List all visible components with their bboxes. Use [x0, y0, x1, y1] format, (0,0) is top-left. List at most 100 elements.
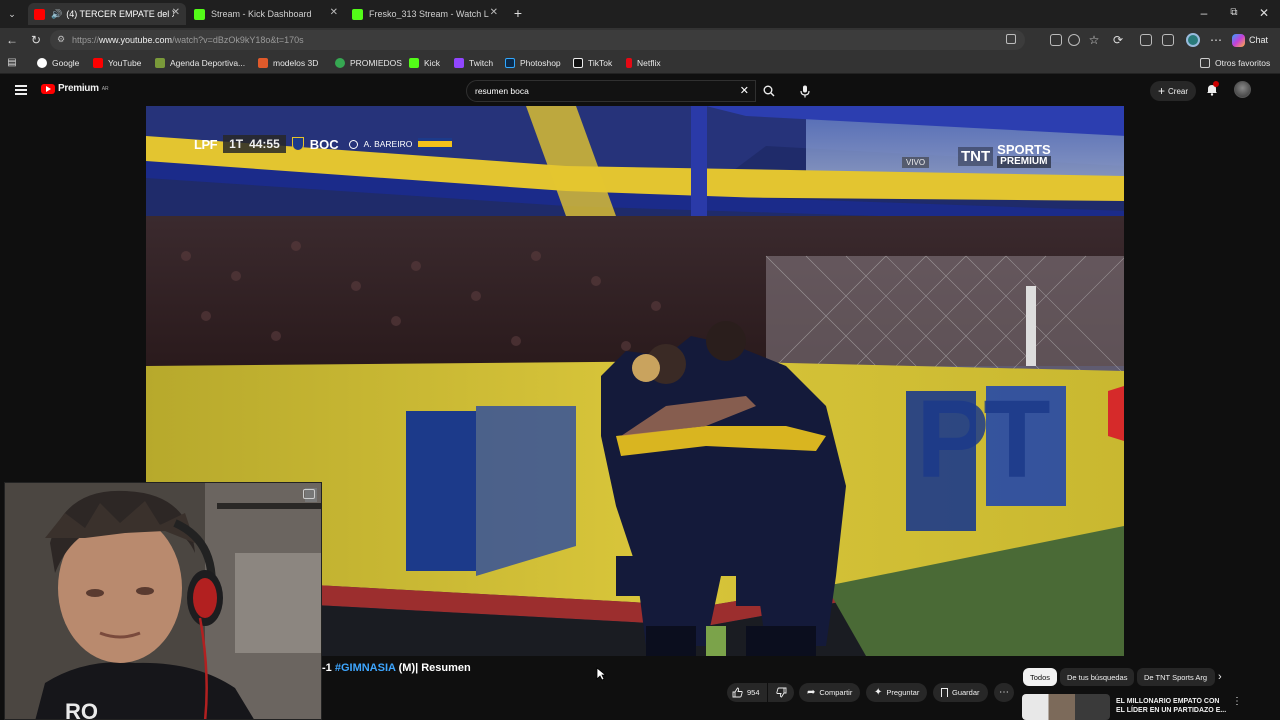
bookmark-label: YouTube	[108, 58, 142, 68]
league-label: LPF	[194, 136, 218, 152]
banner-lettering: PT	[916, 378, 1051, 501]
share-button[interactable]: ➦ Compartir	[799, 683, 861, 702]
bookmark-tiktok[interactable]: TikTok	[573, 56, 612, 70]
kick-favicon	[194, 8, 205, 20]
bookmarks-bar: ▤ Google YouTube Agenda Deportiva... mod…	[0, 52, 1280, 74]
sparkle-icon: ✦	[874, 687, 883, 698]
chips-next-chevron-icon[interactable]: ›	[1218, 671, 1222, 683]
back-arrow-icon[interactable]: ←	[4, 32, 20, 48]
apps-icon[interactable]: ▤	[4, 55, 20, 71]
notification-badge	[1213, 81, 1219, 87]
extension-icon[interactable]	[1050, 34, 1062, 46]
more-horizontal-icon: ⋯	[999, 687, 1009, 698]
bookmark-netflix[interactable]: Netflix	[626, 56, 661, 70]
notifications-bell-icon[interactable]	[1206, 81, 1219, 96]
mouse-cursor-icon	[596, 667, 607, 686]
hamburger-menu-icon[interactable]	[15, 85, 27, 95]
logo-text: Premium	[58, 83, 99, 94]
share-label: Compartir	[819, 688, 853, 697]
bookmark-label: Kick	[424, 58, 441, 68]
cast-icon[interactable]	[1162, 34, 1174, 46]
profile-avatar-icon[interactable]	[1186, 33, 1200, 47]
network-sub: SPORTS	[997, 142, 1051, 157]
more-menu-icon[interactable]: ⋯	[1208, 32, 1224, 48]
bookmark-photoshop[interactable]: Photoshop	[505, 56, 561, 70]
address-bar[interactable]: ⚙ https://www.youtube.com/watch?v=dBzOk9…	[50, 30, 1025, 50]
tab-list-chevron-icon[interactable]: ⌄	[4, 6, 20, 22]
recommended-menu-icon[interactable]: ⋮	[1232, 696, 1242, 707]
youtube-header: Premium AR resumen boca ✕ + Crear	[0, 74, 1280, 106]
twitch-icon	[454, 58, 464, 68]
bookmark-google[interactable]: Google	[37, 56, 79, 70]
close-tab-icon[interactable]: ✕	[330, 7, 338, 18]
youtube-premium-logo[interactable]: Premium AR	[41, 83, 109, 94]
youtube-favicon	[34, 8, 45, 20]
recommended-video-item[interactable]: EL MILLONARIO EMPATÓ CON EL LÍDER EN UN …	[1022, 694, 1244, 720]
clear-search-icon[interactable]: ✕	[740, 84, 749, 97]
url-prefix: https://	[72, 35, 100, 45]
logo-region: AR	[101, 85, 109, 92]
save-button[interactable]: Guardar	[933, 683, 988, 702]
bookmark-agenda[interactable]: Agenda Deportiva...	[155, 56, 245, 70]
share-arrow-icon: ➦	[807, 687, 816, 698]
ask-button[interactable]: ✦ Preguntar	[866, 683, 928, 702]
bookmark-twitch[interactable]: Twitch	[454, 56, 493, 70]
network-name: TNT	[958, 146, 994, 166]
live-label: VIVO	[902, 157, 930, 168]
extensions-puzzle-icon[interactable]	[1140, 34, 1152, 46]
bookmark-label: Netflix	[637, 58, 661, 68]
search-input[interactable]: resumen boca ✕	[466, 80, 756, 102]
restore-window-icon[interactable]: ⧉	[1226, 5, 1242, 21]
close-tab-icon[interactable]: ✕	[172, 7, 180, 18]
account-avatar[interactable]	[1234, 81, 1251, 98]
bookmark-label: modelos 3D	[273, 58, 319, 68]
recommended-thumbnail[interactable]	[1022, 694, 1110, 720]
site-info-icon[interactable]: ⚙	[57, 34, 65, 45]
chip-all[interactable]: Todos	[1023, 668, 1058, 686]
chip-from-channel[interactable]: De TNT Sports Arg	[1137, 668, 1215, 686]
close-tab-icon[interactable]: ✕	[490, 7, 498, 18]
bookmark-star-icon[interactable]: ☆	[1086, 32, 1102, 48]
modelos-icon	[258, 58, 268, 68]
voice-search-button[interactable]	[794, 80, 816, 102]
bookmark-label: PROMIEDOS	[350, 58, 402, 68]
netflix-icon	[626, 58, 632, 68]
bookmark-label: Otros favoritos	[1215, 58, 1271, 68]
translate-icon[interactable]	[1006, 34, 1016, 44]
chip-from-searches[interactable]: De tus búsquedas	[1060, 668, 1135, 686]
tab-kick-dashboard[interactable]: Stream - Kick Dashboard ✕	[188, 3, 344, 25]
reload-icon[interactable]: ↻	[28, 32, 44, 48]
recommended-title-line1: EL MILLONARIO EMPATÓ CON	[1116, 698, 1220, 705]
zoom-icon[interactable]	[1068, 34, 1080, 46]
bookmark-modelos-3d[interactable]: modelos 3D	[258, 56, 318, 70]
bookmark-youtube[interactable]: YouTube	[93, 56, 141, 70]
match-clock: 44:55	[249, 137, 280, 151]
new-tab-button[interactable]: +	[510, 5, 526, 21]
audio-playing-icon[interactable]: 🔊	[51, 9, 62, 20]
webcam-overlay: RO	[4, 482, 322, 720]
tnt-sports-logo: TNT SPORTS PREMIUM	[958, 142, 1051, 168]
tab-kick-stream[interactable]: Fresko_313 Stream - Watch Live on Kick ✕	[346, 3, 504, 25]
sync-icon[interactable]: ⟳	[1110, 32, 1126, 48]
create-button[interactable]: + Crear	[1150, 81, 1196, 101]
more-actions-button[interactable]: ⋯	[994, 683, 1014, 702]
save-label: Guardar	[952, 688, 980, 697]
miniplayer-icon[interactable]	[303, 489, 315, 499]
browser-tab-strip: ⌄ 🔊 (4) TERCER EMPATE del XENEIZE ✕ Stre…	[0, 0, 1280, 28]
title-hashtag-link[interactable]: #GIMNASIA	[335, 662, 396, 674]
scorer-name: A. BAREIRO	[363, 139, 413, 149]
search-icon	[763, 85, 775, 97]
bookmark-promiedos[interactable]: PROMIEDOS	[335, 56, 402, 70]
dislike-button[interactable]	[768, 683, 794, 702]
bookmark-other-favorites[interactable]: Otros favoritos	[1200, 56, 1270, 70]
minimize-window-icon[interactable]: –	[1196, 5, 1212, 21]
like-button[interactable]: 954	[727, 683, 767, 702]
copilot-chat-button[interactable]: Chat	[1232, 32, 1268, 48]
close-window-icon[interactable]: ✕	[1256, 5, 1272, 21]
bookmark-kick[interactable]: Kick	[409, 56, 440, 70]
thumbs-down-icon	[775, 687, 786, 698]
url-host: www.youtube.com	[99, 35, 173, 45]
search-button[interactable]	[756, 80, 782, 102]
tab-youtube-video[interactable]: 🔊 (4) TERCER EMPATE del XENEIZE ✕	[28, 3, 186, 25]
create-label: Crear	[1168, 86, 1189, 96]
